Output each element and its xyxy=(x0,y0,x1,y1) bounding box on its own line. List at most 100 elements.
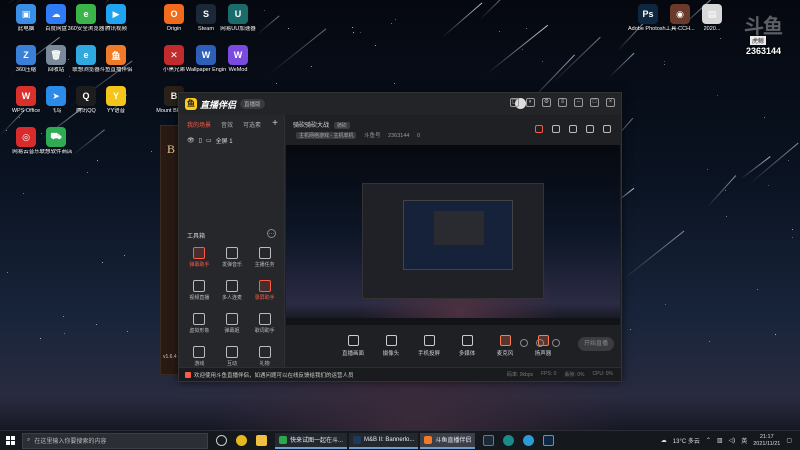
gift-icon[interactable] xyxy=(535,125,543,133)
task-label: 快来试图一起在斗... xyxy=(290,438,344,444)
source-control-button[interactable]: 直播画面 xyxy=(334,335,372,357)
task-view-icon[interactable] xyxy=(216,435,227,446)
star xyxy=(726,215,728,217)
steam-taskbar-icon[interactable] xyxy=(483,435,495,446)
tool-label: 互动 xyxy=(226,361,237,367)
app-icon: ▣ xyxy=(16,4,36,24)
tool-item[interactable]: 歌词助手 xyxy=(248,313,281,334)
source-control-label: 摄像头 xyxy=(382,351,400,357)
minimize-button[interactable]: – xyxy=(574,98,583,107)
live-companion-window[interactable]: 鱼 直播伴侣 直播版 ▢ ◐ ⚙ ≡ – □ × 我的场景 音效 可选素 + 👁… xyxy=(178,92,622,382)
tool-item[interactable]: 互动 xyxy=(216,346,249,367)
start-button[interactable] xyxy=(0,431,20,450)
settings-icon[interactable]: ⚙ xyxy=(542,98,551,107)
desktop-icon[interactable]: Y YY语音 xyxy=(96,86,136,115)
star xyxy=(717,95,718,97)
notification-icon[interactable]: ▢ xyxy=(786,437,792,444)
message-icon[interactable]: ▢ xyxy=(510,98,519,107)
add-source-button[interactable]: + xyxy=(272,118,278,129)
desktop-icon[interactable]: ▶ 腾讯视频 xyxy=(96,4,136,33)
taskbar-task[interactable]: M&B II: Bannerlo... xyxy=(349,432,419,449)
desktop-icon-label: YY语音 xyxy=(106,108,126,114)
toolbox-grid: 弹幕助手 发弹音乐 主播任务视频直播 多人连麦 录屏助手虚拟形象 弹幕姬 歌词助手游戏 互动 礼… xyxy=(183,247,281,367)
desktop-icon[interactable]: 鱼斗鱼直播伴侣 xyxy=(96,45,136,74)
uu-taskbar-icon[interactable] xyxy=(503,435,515,446)
maximize-button[interactable]: □ xyxy=(590,98,599,107)
meteor-streak xyxy=(256,15,280,35)
desktop-icon[interactable]: ▤ 2020... xyxy=(692,4,732,33)
version-badge[interactable]: 直播版 xyxy=(240,99,265,109)
game-logo-letter: B xyxy=(167,142,176,156)
tab-audio[interactable]: 音效 xyxy=(221,120,233,129)
edge-taskbar-icon[interactable] xyxy=(523,435,535,446)
tool-item[interactable]: 礼物 xyxy=(248,346,281,367)
go-live-button[interactable]: 开始直播 xyxy=(578,337,614,351)
chrome-icon[interactable] xyxy=(236,435,247,446)
eye-small-icon[interactable] xyxy=(536,339,544,347)
clock[interactable]: 21:17 2021/11/21 xyxy=(753,434,780,448)
room-category[interactable]: 主机网络游戏 - 主机单机 xyxy=(296,132,357,139)
toolbox-more-icon[interactable]: … xyxy=(267,229,276,238)
tab-materials[interactable]: 可选素 xyxy=(243,120,261,129)
tab-scenes[interactable]: 我的场景 xyxy=(187,120,211,129)
photoshop-taskbar-icon[interactable] xyxy=(543,435,555,446)
tool-item[interactable]: 弹幕助手 xyxy=(183,247,216,268)
lock-icon[interactable]: ▯ xyxy=(199,137,202,144)
star xyxy=(541,60,543,62)
skin-icon[interactable]: ◐ xyxy=(526,98,535,107)
desktop-icon[interactable]: ⛟ 联想软件商店 xyxy=(36,127,76,156)
room-tag[interactable]: 骑砍 xyxy=(333,122,350,129)
desktop-icon[interactable]: W WeMod xyxy=(218,45,258,74)
game-window-background[interactable]: B v1.6.4 xyxy=(160,125,180,375)
scene-item[interactable]: 👁 ▯ ▭ 全屏 1 xyxy=(179,134,284,147)
tool-icon xyxy=(258,280,271,292)
taskbar-task[interactable]: 斗鱼直播伴侣 xyxy=(420,432,476,449)
source-control-button[interactable]: 手机投屏 xyxy=(410,335,448,357)
tool-icon xyxy=(193,247,206,259)
share-icon[interactable] xyxy=(603,125,611,133)
search-box[interactable]: ⌕ 在这里输入你要搜索的内容 xyxy=(22,432,208,449)
tool-item[interactable]: 多人连麦 xyxy=(216,280,249,301)
tool-item[interactable]: 虚拟形象 xyxy=(183,313,216,334)
app-icon: O xyxy=(164,4,184,24)
menu-icon[interactable]: ≡ xyxy=(558,98,567,107)
tool-icon xyxy=(258,247,271,259)
live-preview[interactable] xyxy=(286,145,620,325)
app-icon: Z xyxy=(16,45,36,65)
record-small-icon[interactable] xyxy=(520,339,528,347)
title-bar[interactable]: 鱼 直播伴侣 直播版 ▢ ◐ ⚙ ≡ – □ × xyxy=(179,93,621,115)
source-control-button[interactable]: 摄像头 xyxy=(372,335,410,357)
volume-icon[interactable]: ◁) xyxy=(729,437,736,444)
room-id: 2363144 xyxy=(388,133,410,139)
language-indicator[interactable]: 英 xyxy=(741,436,747,445)
tool-item[interactable]: 弹幕姬 xyxy=(216,313,249,334)
game-version: v1.6.4 xyxy=(163,354,177,360)
app-icon: W xyxy=(16,86,36,106)
app-icon: S xyxy=(196,4,216,24)
tool-item[interactable]: 视频直播 xyxy=(183,280,216,301)
tool-item[interactable]: 主播任务 xyxy=(248,247,281,268)
taskbar: ⌕ 在这里输入你要搜索的内容 快来试图一起在斗... M&B II: Banner… xyxy=(0,430,800,450)
bell-icon[interactable] xyxy=(586,125,594,133)
gear-small-icon[interactable] xyxy=(552,339,560,347)
network-icon[interactable]: ▥ xyxy=(717,437,723,444)
taskbar-task[interactable]: 快来试图一起在斗... xyxy=(275,432,348,449)
star xyxy=(23,193,25,195)
cloud-icon: ☁ xyxy=(660,438,667,444)
eye-icon[interactable]: 👁 xyxy=(187,137,195,144)
tool-item[interactable]: 录屏助手 xyxy=(248,280,281,301)
source-control-button[interactable]: 多媒体 xyxy=(448,335,486,357)
source-control-button[interactable]: 麦克风 xyxy=(486,335,524,357)
tool-item[interactable]: 发弹音乐 xyxy=(216,247,249,268)
tool-item[interactable]: 游戏 xyxy=(183,346,216,367)
camera-icon[interactable] xyxy=(569,125,577,133)
up-arrow-icon[interactable]: ⌃ xyxy=(706,437,711,444)
desktop-icon-label: 联想软件商店 xyxy=(39,149,73,155)
file-explorer-icon[interactable] xyxy=(256,435,267,446)
room-title[interactable]: 骑砍骑砍大战 xyxy=(293,123,329,129)
weather-text[interactable]: 13°C 多云 xyxy=(673,436,700,445)
record-icon[interactable] xyxy=(552,125,560,133)
close-button[interactable]: × xyxy=(606,98,615,107)
star xyxy=(311,66,313,68)
desktop-icon[interactable]: U 网易UU加速器 xyxy=(218,4,258,33)
